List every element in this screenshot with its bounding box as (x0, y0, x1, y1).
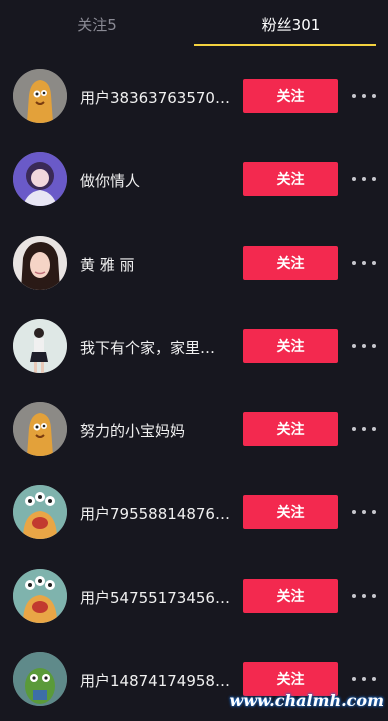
list-item[interactable]: 做你情人 关注 (0, 138, 388, 221)
three-eyed-monster-icon (13, 485, 67, 540)
more-options-icon[interactable] (352, 420, 376, 438)
more-options-icon[interactable] (352, 337, 376, 355)
orange-monster-icon (13, 402, 67, 457)
tab-following[interactable]: 关注5 (0, 0, 194, 48)
more-options-icon[interactable] (352, 503, 376, 521)
avatar[interactable] (13, 485, 67, 540)
standing-person-icon (13, 318, 67, 373)
tab-followers-label: 粉丝301 (261, 15, 321, 34)
avatar[interactable] (13, 568, 67, 623)
follow-button[interactable]: 关注 (243, 412, 338, 447)
more-options-icon[interactable] (352, 670, 376, 688)
user-name[interactable]: 用户54755173456… (80, 587, 230, 608)
follow-button[interactable]: 关注 (243, 79, 338, 113)
user-name[interactable]: 用户14874174958… (80, 670, 230, 691)
follow-button[interactable]: 关注 (243, 245, 338, 280)
girl-photo-icon (13, 152, 67, 207)
tab-followers[interactable]: 粉丝301 (194, 0, 388, 48)
follow-button[interactable]: 关注 (243, 578, 338, 613)
tab-following-label: 关注5 (77, 15, 117, 34)
follow-button[interactable]: 关注 (243, 495, 338, 530)
woman-photo-icon (13, 235, 67, 290)
follow-button[interactable]: 关注 (243, 162, 338, 197)
list-item[interactable]: 用户79558814876… 关注 (0, 471, 388, 554)
more-options-icon[interactable] (352, 587, 376, 605)
avatar[interactable] (13, 652, 67, 707)
three-eyed-monster-icon (13, 568, 67, 623)
user-name[interactable]: 努力的小宝妈妈 (80, 420, 185, 441)
green-alien-icon (13, 652, 67, 707)
more-options-icon[interactable] (352, 87, 376, 105)
more-options-icon[interactable] (352, 170, 376, 188)
list-item[interactable]: 黄 雅 丽 关注 (0, 222, 388, 305)
user-name[interactable]: 做你情人 (80, 170, 140, 191)
avatar[interactable] (13, 402, 67, 457)
site-watermark: www.chalmh.com (229, 691, 384, 710)
list-item[interactable]: 我下有个家，家里… 关注 (0, 305, 388, 388)
more-options-icon[interactable] (352, 254, 376, 272)
follower-list: 用户38363763570… 关注 做你情人 关注 黄 雅 丽 关注 我下有个家… (0, 55, 388, 721)
tab-bar: 关注5 粉丝301 (0, 0, 388, 48)
follow-button[interactable]: 关注 (243, 328, 338, 363)
avatar[interactable] (13, 318, 67, 373)
list-item[interactable]: 努力的小宝妈妈 关注 (0, 388, 388, 471)
list-item[interactable]: 用户54755173456… 关注 (0, 555, 388, 638)
user-name[interactable]: 黄 雅 丽 (80, 254, 135, 275)
avatar[interactable] (13, 235, 67, 290)
avatar[interactable] (13, 69, 67, 123)
user-name[interactable]: 我下有个家，家里… (80, 337, 215, 358)
orange-monster-icon (13, 69, 67, 123)
list-item[interactable]: 用户38363763570… 关注 (0, 55, 388, 138)
user-name[interactable]: 用户79558814876… (80, 503, 230, 524)
avatar[interactable] (13, 152, 67, 207)
user-name[interactable]: 用户38363763570… (80, 87, 230, 108)
